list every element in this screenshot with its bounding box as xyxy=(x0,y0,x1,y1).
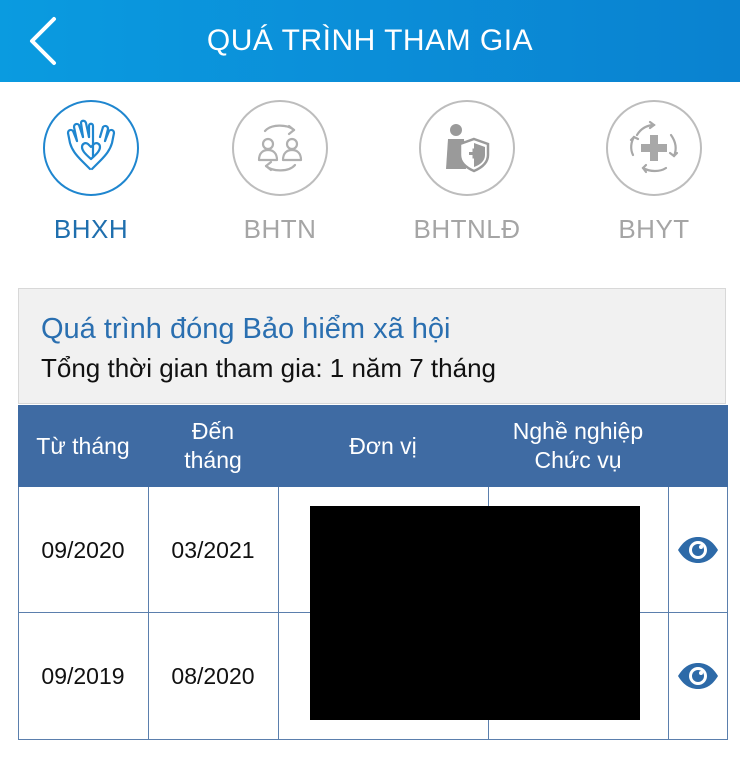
page-title: QUÁ TRÌNH THAM GIA xyxy=(206,24,534,57)
cell-from: 09/2019 xyxy=(41,662,125,689)
tab-label: BHYT xyxy=(618,214,690,244)
view-detail-button[interactable] xyxy=(668,613,728,739)
cell-from: 09/2020 xyxy=(41,536,125,563)
column-header-unit: Đơn vị xyxy=(349,432,417,459)
tab-icon-circle xyxy=(43,100,139,196)
tab-bhyt[interactable]: BHYT xyxy=(584,100,724,260)
eye-icon xyxy=(678,663,718,689)
hands-heart-icon xyxy=(66,119,116,171)
medical-cross-cycle-icon xyxy=(629,120,679,174)
tab-icon-circle xyxy=(606,100,702,196)
cell-to: 08/2020 xyxy=(171,662,255,689)
tab-bhtn[interactable]: BHTN xyxy=(210,100,350,260)
summary-title: Quá trình đóng Bảo hiểm xã hội xyxy=(41,313,451,345)
tab-label: BHXH xyxy=(53,214,129,244)
people-exchange-icon xyxy=(257,124,303,172)
tab-label: BHTN xyxy=(243,214,317,244)
top-bar: QUÁ TRÌNH THAM GIA xyxy=(0,0,740,82)
total-duration: Tổng thời gian tham gia: 1 năm 7 tháng xyxy=(41,353,496,383)
tab-label: BHTNLĐ xyxy=(413,214,521,244)
column-header-job: Nghề nghiệp Chức vụ xyxy=(512,418,644,473)
redacted-block xyxy=(310,506,640,720)
column-header-to: Đến tháng xyxy=(184,418,242,473)
column-header-from: Từ tháng xyxy=(36,432,130,459)
tab-bhxh[interactable]: BHXH xyxy=(21,100,161,260)
eye-icon xyxy=(678,537,718,563)
insurance-type-tabs: BHXH BHTN BHTNLĐ BHYT xyxy=(0,100,740,260)
view-detail-button[interactable] xyxy=(668,487,728,613)
table-header: Từ tháng Đến tháng Đơn vị Nghề nghiệp Ch… xyxy=(18,405,728,487)
summary-panel: Quá trình đóng Bảo hiểm xã hội Tổng thời… xyxy=(18,288,726,404)
tab-bhtnld[interactable]: BHTNLĐ xyxy=(397,100,537,260)
row-divider xyxy=(18,739,728,740)
tab-icon-circle xyxy=(419,100,515,196)
worker-shield-icon xyxy=(446,124,490,173)
tab-icon-circle xyxy=(232,100,328,196)
cell-to: 03/2021 xyxy=(171,536,255,563)
